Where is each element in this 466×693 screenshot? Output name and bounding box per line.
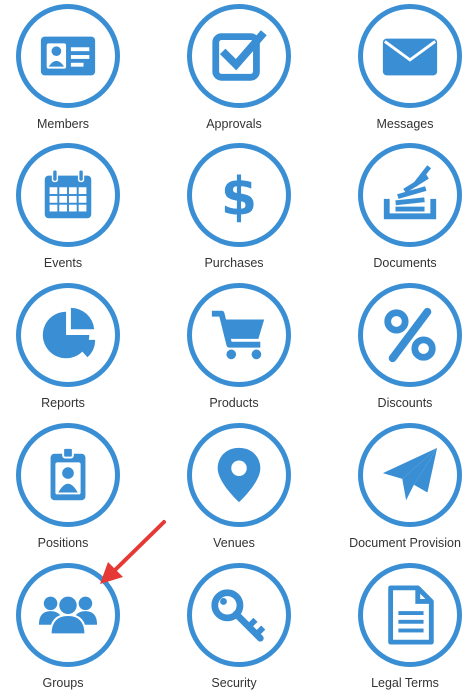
key-icon: [211, 589, 266, 642]
tile-circle: [16, 4, 120, 108]
tile-label: Members: [36, 117, 90, 131]
tile-circle: [358, 283, 462, 387]
calendar-icon: [44, 169, 92, 219]
tile-label: Discounts: [377, 396, 433, 410]
tile-circle: [187, 283, 291, 387]
tile-label: Venues: [213, 536, 255, 550]
pie-chart-icon: [42, 307, 96, 359]
badge-icon: [50, 446, 86, 501]
tile-messages[interactable]: Messages: [338, 4, 466, 134]
tile-reports[interactable]: Reports: [0, 283, 136, 413]
tile-circle: [358, 563, 462, 667]
dollar-icon: $: [221, 166, 257, 226]
module-grid: Members Approvals Messages Events $ Purc…: [0, 0, 466, 693]
tile-label: Approvals: [206, 117, 262, 131]
tile-label: Products: [209, 396, 259, 410]
tile-circle: [187, 563, 291, 667]
tile-discounts[interactable]: Discounts: [338, 283, 466, 413]
checkbox-icon: [212, 30, 267, 81]
tile-circle: [358, 423, 462, 527]
paper-plane-icon: [382, 447, 438, 501]
shopping-cart-icon: [211, 310, 265, 360]
tile-circle: [16, 283, 120, 387]
tile-approvals[interactable]: Approvals: [167, 4, 307, 134]
tile-circle: [16, 423, 120, 527]
tile-groups[interactable]: Groups: [0, 563, 136, 693]
file-text-icon: [388, 585, 434, 645]
tile-label: Document Provision: [349, 536, 461, 550]
id-card-icon: [40, 36, 96, 76]
tile-members[interactable]: Members: [0, 4, 136, 134]
tile-circle: [358, 4, 462, 108]
tile-circle: [16, 143, 120, 247]
tile-label: Purchases: [204, 256, 264, 270]
tile-venues[interactable]: Venues: [167, 423, 307, 553]
tile-circle: [187, 423, 291, 527]
envelope-icon: [382, 38, 438, 76]
tile-documents[interactable]: Documents: [338, 143, 466, 273]
tile-circle: [16, 563, 120, 667]
tile-circle: [358, 143, 462, 247]
tile-label: Security: [211, 676, 257, 690]
tile-label: Documents: [373, 256, 437, 270]
tile-label: Legal Terms: [371, 676, 439, 690]
tile-label: Groups: [42, 676, 84, 690]
tile-events[interactable]: Events: [0, 143, 136, 273]
tile-circle: $: [187, 143, 291, 247]
tile-products[interactable]: Products: [167, 283, 307, 413]
document-stack-icon: [383, 165, 437, 220]
tile-label: Reports: [41, 396, 85, 410]
tile-label: Positions: [37, 536, 89, 550]
tile-legal-terms[interactable]: Legal Terms: [338, 563, 466, 693]
map-pin-icon: [217, 447, 261, 503]
percent-icon: [384, 307, 436, 363]
svg-text:$: $: [221, 166, 257, 226]
tile-circle: [187, 4, 291, 108]
tile-purchases[interactable]: $ Purchases: [167, 143, 307, 273]
tile-label: Events: [43, 256, 83, 270]
tile-document-provision[interactable]: Document Provision: [338, 423, 466, 553]
tile-label: Messages: [376, 117, 434, 131]
users-icon: [38, 594, 98, 636]
tile-positions[interactable]: Positions: [0, 423, 136, 553]
tile-security[interactable]: Security: [167, 563, 307, 693]
